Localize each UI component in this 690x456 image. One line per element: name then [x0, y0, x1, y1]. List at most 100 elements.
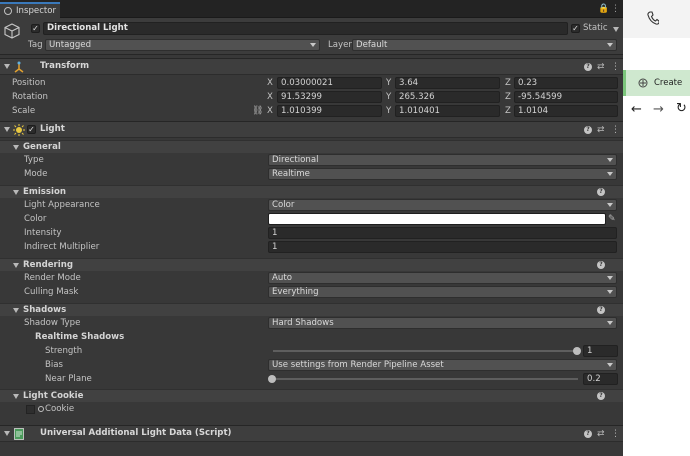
color-swatch[interactable]	[268, 213, 606, 225]
scale-z-field[interactable]: 1.0104	[514, 105, 618, 117]
static-checkbox[interactable]: ✓	[571, 24, 580, 33]
transform-icon	[14, 61, 24, 73]
rendering-help-icon[interactable]: ?	[597, 261, 605, 269]
shadows-foldout-arrow[interactable]	[13, 308, 19, 313]
position-z-axis: Z	[505, 78, 511, 88]
near-plane-field[interactable]: 0.2	[583, 373, 618, 385]
light-cookie-section-header[interactable]: Light Cookie ?	[0, 389, 623, 402]
transform-header[interactable]: Transform ? ⇄ ⋮	[0, 58, 623, 75]
strength-label: Strength	[45, 346, 83, 356]
light-foldout-arrow[interactable]	[4, 127, 10, 132]
reload-icon[interactable]: ↻	[676, 101, 687, 116]
tab-inspector-label: Inspector	[16, 6, 57, 16]
light-title: Light	[40, 124, 65, 134]
bias-row: Bias Use settings from Render Pipeline A…	[0, 358, 623, 372]
urp-light-data-header[interactable]: Universal Additional Light Data (Script)…	[0, 425, 623, 442]
scale-x-field[interactable]: 1.010399	[277, 105, 382, 117]
near-plane-slider-knob[interactable]	[268, 375, 276, 383]
general-section-header[interactable]: General	[0, 140, 623, 153]
emission-foldout-arrow[interactable]	[13, 190, 19, 195]
link-icon[interactable]: ⛓	[252, 106, 263, 116]
shadow-type-value: Hard Shadows	[272, 318, 334, 328]
strength-row: Strength 1	[0, 344, 623, 358]
phone-icon[interactable]	[647, 11, 659, 25]
rendering-section-header[interactable]: Rendering ?	[0, 258, 623, 271]
active-checkbox[interactable]: ✓	[31, 24, 40, 33]
cookie-texture-slot[interactable]	[26, 405, 35, 414]
render-mode-row: Render Mode Auto	[0, 271, 623, 285]
emission-section-header[interactable]: Emission ?	[0, 185, 623, 198]
inspector-panel: Inspector 🔒 ⋮ ✓ Directional Light ✓ Stat…	[0, 0, 623, 456]
urp-preset-icon[interactable]: ⇄	[597, 429, 605, 439]
render-mode-dropdown[interactable]: Auto	[268, 272, 617, 284]
culling-mask-label: Culling Mask	[24, 287, 79, 297]
intensity-row: Intensity 1	[0, 226, 623, 240]
transform-foldout-arrow[interactable]	[4, 64, 10, 69]
lock-icon[interactable]: 🔒	[598, 4, 609, 14]
light-header[interactable]: ✓ Light ? ⇄ ⋮	[0, 121, 623, 138]
light-help-icon[interactable]: ?	[584, 126, 592, 134]
shadows-help-icon[interactable]: ?	[597, 306, 605, 314]
rotation-x-field[interactable]: 91.53299	[277, 91, 382, 103]
intensity-field[interactable]: 1	[268, 227, 617, 239]
emission-title: Emission	[23, 187, 66, 197]
light-menu-icon[interactable]: ⋮	[611, 125, 620, 135]
position-z-field[interactable]: 0.23	[514, 77, 618, 89]
shadows-section-header[interactable]: Shadows ?	[0, 303, 623, 316]
scale-y-field[interactable]: 1.010401	[395, 105, 500, 117]
shadow-type-label: Shadow Type	[24, 318, 81, 328]
type-dropdown[interactable]: Directional	[268, 154, 617, 166]
emission-help-icon[interactable]: ?	[597, 188, 605, 196]
type-value: Directional	[272, 155, 319, 165]
position-x-field[interactable]: 0.03000021	[277, 77, 382, 89]
shadow-type-dropdown[interactable]: Hard Shadows	[268, 317, 617, 329]
rendering-foldout-arrow[interactable]	[13, 263, 19, 268]
light-icon	[13, 124, 25, 136]
more-options-icon[interactable]: ⋮	[611, 4, 620, 14]
rendering-title: Rendering	[23, 260, 73, 270]
transform-menu-icon[interactable]: ⋮	[611, 62, 620, 72]
light-appearance-value: Color	[272, 200, 295, 210]
bias-dropdown[interactable]: Use settings from Render Pipeline Asset	[268, 359, 617, 371]
strength-slider-track[interactable]	[273, 350, 578, 352]
back-arrow-icon[interactable]: ←	[631, 102, 642, 117]
light-appearance-dropdown[interactable]: Color	[268, 199, 617, 211]
rotation-y-axis: Y	[386, 92, 392, 102]
urp-foldout-arrow[interactable]	[4, 431, 10, 436]
mode-dropdown[interactable]: Realtime	[268, 168, 617, 180]
culling-mask-value: Everything	[272, 287, 319, 297]
forward-arrow-icon[interactable]: →	[653, 102, 664, 117]
light-enabled-checkbox[interactable]: ✓	[27, 125, 36, 134]
color-label: Color	[24, 214, 47, 224]
rotation-label: Rotation	[12, 92, 48, 102]
rotation-z-field[interactable]: -95.54599	[514, 91, 618, 103]
tab-inspector[interactable]: Inspector	[0, 2, 60, 18]
light-cookie-help-icon[interactable]: ?	[597, 392, 605, 400]
eyedropper-icon[interactable]: ✎	[608, 214, 616, 224]
create-tab[interactable]: Create	[623, 70, 690, 96]
culling-mask-dropdown[interactable]: Everything	[268, 286, 617, 298]
indirect-multiplier-field[interactable]: 1	[268, 241, 617, 253]
tag-dropdown[interactable]: Untagged	[45, 39, 320, 51]
object-name-field[interactable]: Directional Light	[43, 22, 568, 35]
near-plane-slider-track[interactable]	[273, 378, 578, 380]
near-plane-row: Near Plane 0.2	[0, 372, 623, 386]
urp-help-icon[interactable]: ?	[584, 430, 592, 438]
strength-slider-knob[interactable]	[573, 347, 581, 355]
tag-value: Untagged	[49, 40, 92, 50]
layer-dropdown[interactable]: Default	[352, 39, 617, 51]
type-label: Type	[24, 155, 44, 165]
mode-value: Realtime	[272, 169, 310, 179]
transform-preset-icon[interactable]: ⇄	[597, 62, 605, 72]
rotation-y-field[interactable]: 265.326	[395, 91, 500, 103]
general-foldout-arrow[interactable]	[13, 145, 19, 150]
light-cookie-foldout-arrow[interactable]	[13, 394, 19, 399]
transform-help-icon[interactable]: ?	[584, 63, 592, 71]
mode-row: Mode Realtime	[0, 167, 623, 181]
position-y-field[interactable]: 3.64	[395, 77, 500, 89]
urp-menu-icon[interactable]: ⋮	[611, 429, 620, 439]
strength-field[interactable]: 1	[583, 345, 618, 357]
static-dropdown-arrow[interactable]	[613, 27, 619, 32]
light-preset-icon[interactable]: ⇄	[597, 125, 605, 135]
create-icon	[638, 78, 648, 88]
